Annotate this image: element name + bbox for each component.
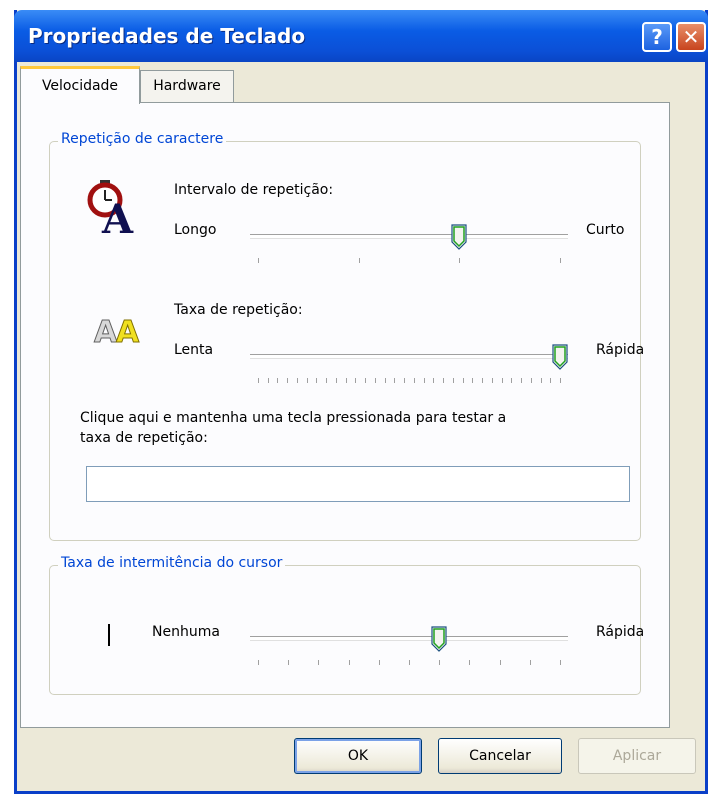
rate-right-label: Rápida — [596, 342, 645, 358]
slider-tick — [413, 378, 415, 383]
repeat-test-input[interactable] — [86, 466, 630, 502]
slider-tick — [482, 378, 484, 383]
slider-tick — [529, 660, 531, 665]
slider-track[interactable] — [250, 234, 568, 239]
slider-tick — [316, 378, 318, 383]
double-a-icon: A A — [94, 315, 141, 351]
svg-text:A: A — [94, 315, 118, 350]
delay-slider[interactable] — [250, 224, 568, 274]
slider-tick — [501, 378, 503, 383]
slider-tick — [378, 660, 380, 665]
slider-tick — [560, 378, 561, 383]
slider-tick — [409, 660, 410, 665]
slider-tick — [318, 660, 320, 665]
slider-tick — [439, 660, 441, 665]
rate-left-label: Lenta — [174, 342, 214, 358]
slider-tick — [258, 378, 259, 383]
slider-tick — [433, 378, 435, 383]
slider-tick — [540, 378, 542, 383]
slider-tick — [258, 660, 259, 665]
slider-tick — [348, 660, 350, 665]
slider-tick — [404, 378, 406, 383]
repeat-group-legend: Repetição de caractere — [58, 131, 227, 147]
rate-slider[interactable] — [250, 344, 568, 394]
slider-tick — [459, 258, 461, 263]
slider-tick — [358, 258, 360, 263]
test-prompt-line2: taxa de repetição: — [80, 430, 208, 446]
cursor-blink-legend: Taxa de intermitência do cursor — [58, 555, 286, 571]
slider-tick — [384, 378, 386, 383]
slider-tick — [469, 660, 471, 665]
slider-tick — [374, 378, 376, 383]
slider-tick — [335, 378, 337, 383]
slider-tick — [550, 378, 552, 383]
slider-tick — [491, 378, 493, 383]
slider-tick — [521, 378, 523, 383]
help-button[interactable]: ? — [642, 22, 672, 52]
slider-tick — [355, 378, 357, 383]
window-title: Propriedades de Teclado — [28, 24, 306, 48]
cursor-blink-slider[interactable] — [250, 626, 568, 676]
blinking-cursor-icon — [108, 624, 110, 646]
slider-tick — [560, 258, 561, 263]
rate-title: Taxa de repetição: — [174, 302, 303, 318]
slider-track[interactable] — [250, 636, 568, 641]
slider-tick — [472, 378, 474, 383]
svg-text:A: A — [101, 196, 134, 236]
help-icon: ? — [651, 25, 663, 49]
slider-tick — [511, 378, 513, 383]
slider-tick — [499, 660, 501, 665]
slider-tick — [462, 378, 464, 383]
tab-page-velocidade: Repetição de caractere A Intervalo de re… — [20, 102, 670, 728]
slider-track[interactable] — [250, 354, 568, 359]
slider-tick — [258, 258, 259, 263]
slider-tick — [287, 378, 289, 383]
slider-tick — [277, 378, 279, 383]
slider-tick — [394, 378, 396, 383]
slider-tick — [288, 660, 290, 665]
ok-button[interactable]: OK — [294, 738, 422, 774]
slider-tick — [345, 378, 347, 383]
slider-tick — [452, 378, 454, 383]
slider-tick — [443, 378, 445, 383]
cursor-blink-group: Taxa de intermitência do cursor Nenhuma … — [49, 555, 645, 695]
delay-title: Intervalo de repetição: — [174, 182, 334, 198]
cursor-right-label: Rápida — [596, 624, 645, 640]
title-bar[interactable]: Propriedades de Teclado ? ✕ — [14, 10, 708, 62]
slider-thumb[interactable] — [431, 626, 447, 652]
cancel-button[interactable]: Cancelar — [438, 738, 562, 774]
tab-hardware[interactable]: Hardware — [140, 70, 234, 102]
delay-right-label: Curto — [586, 222, 625, 238]
svg-text:A: A — [116, 315, 140, 350]
slider-tick — [306, 378, 308, 383]
delay-left-label: Longo — [174, 222, 217, 238]
slider-tick — [423, 378, 425, 383]
cursor-left-label: Nenhuma — [152, 624, 220, 640]
close-button[interactable]: ✕ — [676, 22, 706, 52]
slider-thumb[interactable] — [451, 224, 467, 250]
slider-tick — [530, 378, 532, 383]
apply-button[interactable]: Aplicar — [578, 738, 696, 774]
close-icon: ✕ — [682, 25, 700, 49]
slider-tick — [326, 378, 328, 383]
tab-velocidade[interactable]: Velocidade — [20, 66, 140, 104]
repeat-group: Repetição de caractere A Intervalo de re… — [49, 131, 645, 541]
slider-tick — [560, 660, 561, 665]
slider-tick — [365, 378, 367, 383]
slider-tick — [296, 378, 298, 383]
stopwatch-a-icon: A — [87, 180, 134, 236]
test-prompt-line1: Clique aqui e mantenha uma tecla pressio… — [80, 410, 507, 426]
slider-tick — [267, 378, 269, 383]
slider-thumb[interactable] — [552, 344, 568, 370]
